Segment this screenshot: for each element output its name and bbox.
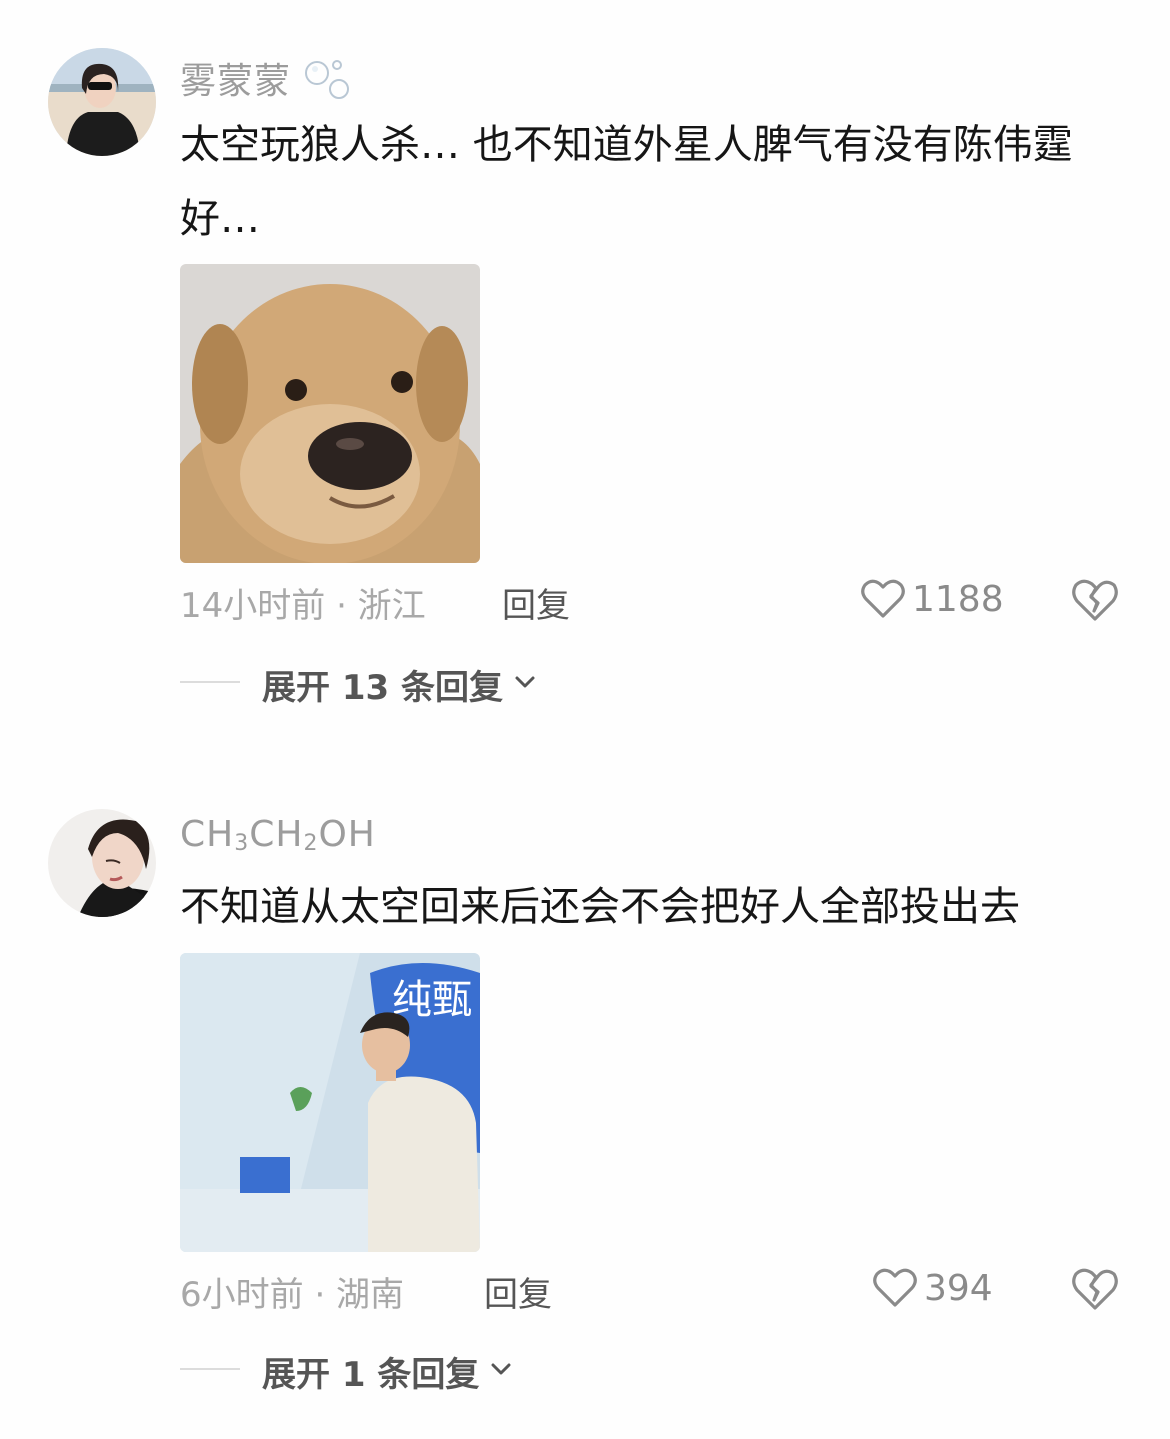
event-sign-text: 纯甄 [392,977,472,1023]
username-part: CH [249,814,304,855]
username-subscript: 3 [234,831,250,856]
dislike-button[interactable] [1070,1264,1120,1314]
like-count: 394 [924,1267,993,1309]
chevron-down-icon [479,1352,515,1392]
comment-item-2: CH3CH2OH 不知道从太空回来后还会不会把好人全部投出去 纯甄 6小时前 ·… [0,0,1170,1439]
username[interactable]: CH3CH2OH [180,814,376,856]
user-avatar[interactable] [48,809,156,917]
comment-text: 不知道从太空回来后还会不会把好人全部投出去 [180,884,1020,930]
username-part: CH [180,814,235,855]
username-part: OH [318,814,376,855]
divider [180,1368,240,1370]
expand-replies-button[interactable]: 展开 1 条回复 [262,1347,515,1396]
heart-outline-icon [872,1265,918,1311]
username-subscript: 2 [303,831,319,856]
broken-heart-icon [1070,1264,1120,1314]
expand-label: 展开 1 条回复 [262,1355,480,1395]
comment-image-event[interactable]: 纯甄 [180,953,480,1252]
time-location: 6小时前 · 湖南 [180,1275,405,1315]
reply-button[interactable]: 回复 [484,1267,552,1316]
like-button[interactable]: 394 [872,1265,993,1311]
